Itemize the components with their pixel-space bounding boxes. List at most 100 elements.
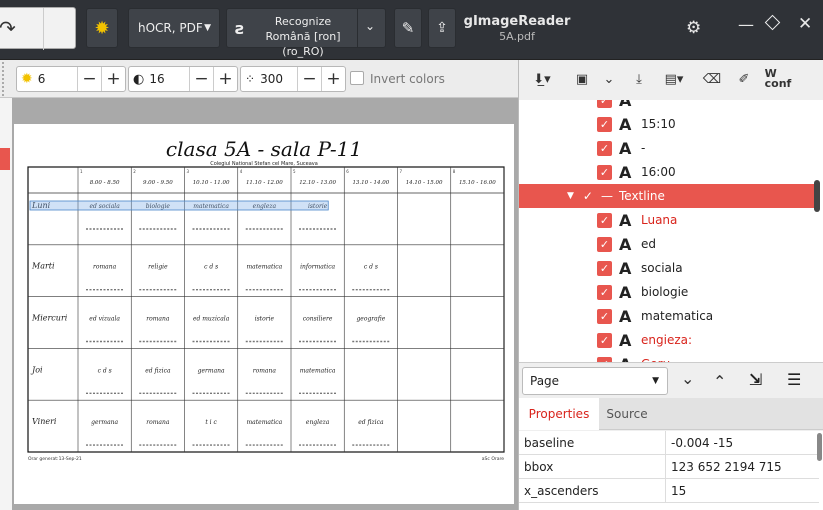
contrast-decrease[interactable]: − <box>189 67 213 91</box>
period-number: 2 <box>133 169 136 174</box>
subject-cell: romana <box>146 419 170 426</box>
recognize-button[interactable]: ƨ Recognize Română [ron] (ro_RO) ⌄ <box>226 8 386 58</box>
property-key: baseline <box>519 431 666 454</box>
contrast-increase[interactable]: + <box>213 67 237 91</box>
hocr-tree[interactable]: ✓ A ✓ A 15:10 ✓ A - ✓ A 16:00 ▼ ✓ — Textline ✓ A Luana ✓ Ae… <box>519 100 823 362</box>
tree-item[interactable]: ✓ A 16:00 <box>519 160 819 184</box>
checkbox-checked-icon[interactable]: ✓ <box>597 236 612 252</box>
checkbox-checked-icon[interactable]: ✓ <box>597 164 612 180</box>
contrast-spinner[interactable]: ◐ 16 − + <box>128 66 238 92</box>
property-value[interactable]: -0.004 -15 <box>666 436 733 450</box>
tree-scrollbar[interactable] <box>814 180 820 212</box>
recognize-icon: ƨ <box>235 19 245 38</box>
scan-button[interactable]: ✹ <box>86 8 118 48</box>
collapse-all-icon[interactable]: ☰ <box>787 370 801 389</box>
page-navigation: Page ▼ ⌄ ⌃ ⇲ ☰ <box>519 362 823 398</box>
chevron-down-icon[interactable]: ⌄ <box>365 19 375 33</box>
subject-cell: istorie <box>255 316 275 323</box>
tree-item-label: sociala <box>641 261 683 275</box>
footer-right: aSc Orare <box>482 456 504 462</box>
tree-item-label: ed <box>641 237 656 251</box>
export-button[interactable]: ⇪ <box>428 8 456 48</box>
resolution-increase[interactable]: + <box>321 67 345 91</box>
chevron-down-icon: ▼ <box>652 376 659 386</box>
period-number: 4 <box>240 169 243 174</box>
brightness-decrease[interactable]: − <box>77 67 101 91</box>
expand-all-icon[interactable]: ⇲ <box>749 370 762 389</box>
properties-scrollbar[interactable] <box>817 433 822 461</box>
checkbox-checked-icon[interactable]: ✓ <box>597 212 612 228</box>
close-icon[interactable]: ✕ <box>798 14 812 34</box>
brightness-increase[interactable]: + <box>101 67 125 91</box>
next-item-button[interactable]: ⌄ <box>681 369 694 388</box>
tree-item[interactable]: ✓ A 15:10 <box>519 112 819 136</box>
tree-item[interactable]: ✓ Aed <box>519 232 819 256</box>
clear-button[interactable]: ⌫ <box>699 60 725 98</box>
tree-item[interactable]: ▼ ✓ — Textline <box>519 184 819 208</box>
tree-item[interactable]: ✓ A <box>519 100 819 112</box>
tab-properties-label: Properties <box>528 407 590 421</box>
time-header: 11.10 - 12.00 <box>246 180 283 186</box>
open-dropdown[interactable]: ⌄ <box>599 60 619 98</box>
word-icon: A <box>619 306 632 326</box>
property-tabs: Properties Source <box>519 398 823 430</box>
maximize-icon[interactable] <box>764 14 781 31</box>
textline-icon: — <box>600 189 613 203</box>
table-row[interactable]: baseline -0.004 -15 <box>519 431 819 455</box>
edit-output-button[interactable]: ✎ <box>394 8 422 48</box>
spellcheck-button[interactable]: ✐ <box>731 60 757 98</box>
word-icon: A <box>619 330 632 350</box>
resolution-spinner[interactable]: ⁘ 300 − + <box>240 66 346 92</box>
subject-cell: romana <box>253 367 277 374</box>
edit-icon: ✎ <box>401 19 415 37</box>
brightness-spinner[interactable]: ✹ 6 − + <box>16 66 126 92</box>
document-canvas[interactable]: clasa 5A - sala P-11 Colegiul National St… <box>0 98 518 510</box>
output-format-dropdown[interactable]: hOCR, PDF ▼ <box>128 8 220 48</box>
timetable-drawing: clasa 5A - sala P-11Colegiul National St… <box>27 137 505 462</box>
insert-icon: ⬇̲▾ <box>533 71 551 87</box>
checkbox-checked-icon[interactable]: ✓ <box>597 116 612 132</box>
open-button[interactable]: ▣ <box>567 60 597 98</box>
table-row[interactable]: x_ascenders 15 <box>519 479 819 503</box>
redo-button[interactable]: ↷ <box>0 7 76 50</box>
previous-item-button[interactable]: ⌃ <box>713 372 726 391</box>
checkbox-checked-icon[interactable]: ✓ <box>597 332 612 348</box>
export-icon: ⇪ <box>436 20 448 36</box>
invert-colors-checkbox[interactable] <box>350 71 364 85</box>
backspace-icon: ⌫ <box>702 71 722 87</box>
tree-item-label: - <box>641 141 646 155</box>
table-row[interactable]: bbox 123 652 2194 715 <box>519 455 819 479</box>
chevron-down-icon[interactable]: ▼ <box>567 191 574 201</box>
tree-item[interactable]: ✓ A - <box>519 136 819 160</box>
tree-item[interactable]: ✓ Aengieza: <box>519 328 819 352</box>
export-dropdown[interactable]: ▤▾ <box>657 60 691 98</box>
minimize-icon[interactable]: — <box>738 15 754 34</box>
resolution-decrease[interactable]: − <box>297 67 321 91</box>
word-icon: A <box>619 355 637 363</box>
download-icon: ⤓ <box>636 71 642 87</box>
property-value[interactable]: 123 652 2194 715 <box>666 460 782 474</box>
checkbox-checked-icon[interactable]: ✓ <box>597 284 612 300</box>
checkbox-checked-icon[interactable]: ✓ <box>597 140 612 156</box>
word-confidence-button[interactable]: Wconf <box>763 60 793 98</box>
subject-cell: ed vizuala <box>89 316 120 323</box>
element-type-select[interactable]: Page ▼ <box>522 367 668 395</box>
insert-mode-button[interactable]: ⬇̲▾ <box>523 60 561 98</box>
app-title: gImageReader <box>463 14 571 29</box>
check-icon[interactable]: ✓ <box>583 189 593 203</box>
tree-item[interactable]: ✓ A Luana <box>519 208 819 232</box>
chevron-down-icon: ▼ <box>204 23 211 33</box>
checkbox-checked-icon[interactable]: ✓ <box>597 260 612 276</box>
tab-properties[interactable]: Properties <box>519 398 599 430</box>
save-button[interactable]: ⤓ <box>627 60 651 98</box>
subject-cell: ed fizica <box>145 367 171 374</box>
gear-icon[interactable]: ⚙ <box>686 18 701 38</box>
tab-source[interactable]: Source <box>599 398 655 430</box>
tree-item[interactable]: ✓ Amatematica <box>519 304 819 328</box>
tree-item[interactable]: ✓ Abiologie <box>519 280 819 304</box>
checkbox-checked-icon[interactable]: ✓ <box>597 308 612 324</box>
property-value[interactable]: 15 <box>666 484 686 498</box>
tree-item[interactable]: ✓ Asociala <box>519 256 819 280</box>
tree-item[interactable]: ✓AGoru <box>519 352 819 362</box>
checkbox-checked-icon[interactable]: ✓ <box>597 100 612 108</box>
